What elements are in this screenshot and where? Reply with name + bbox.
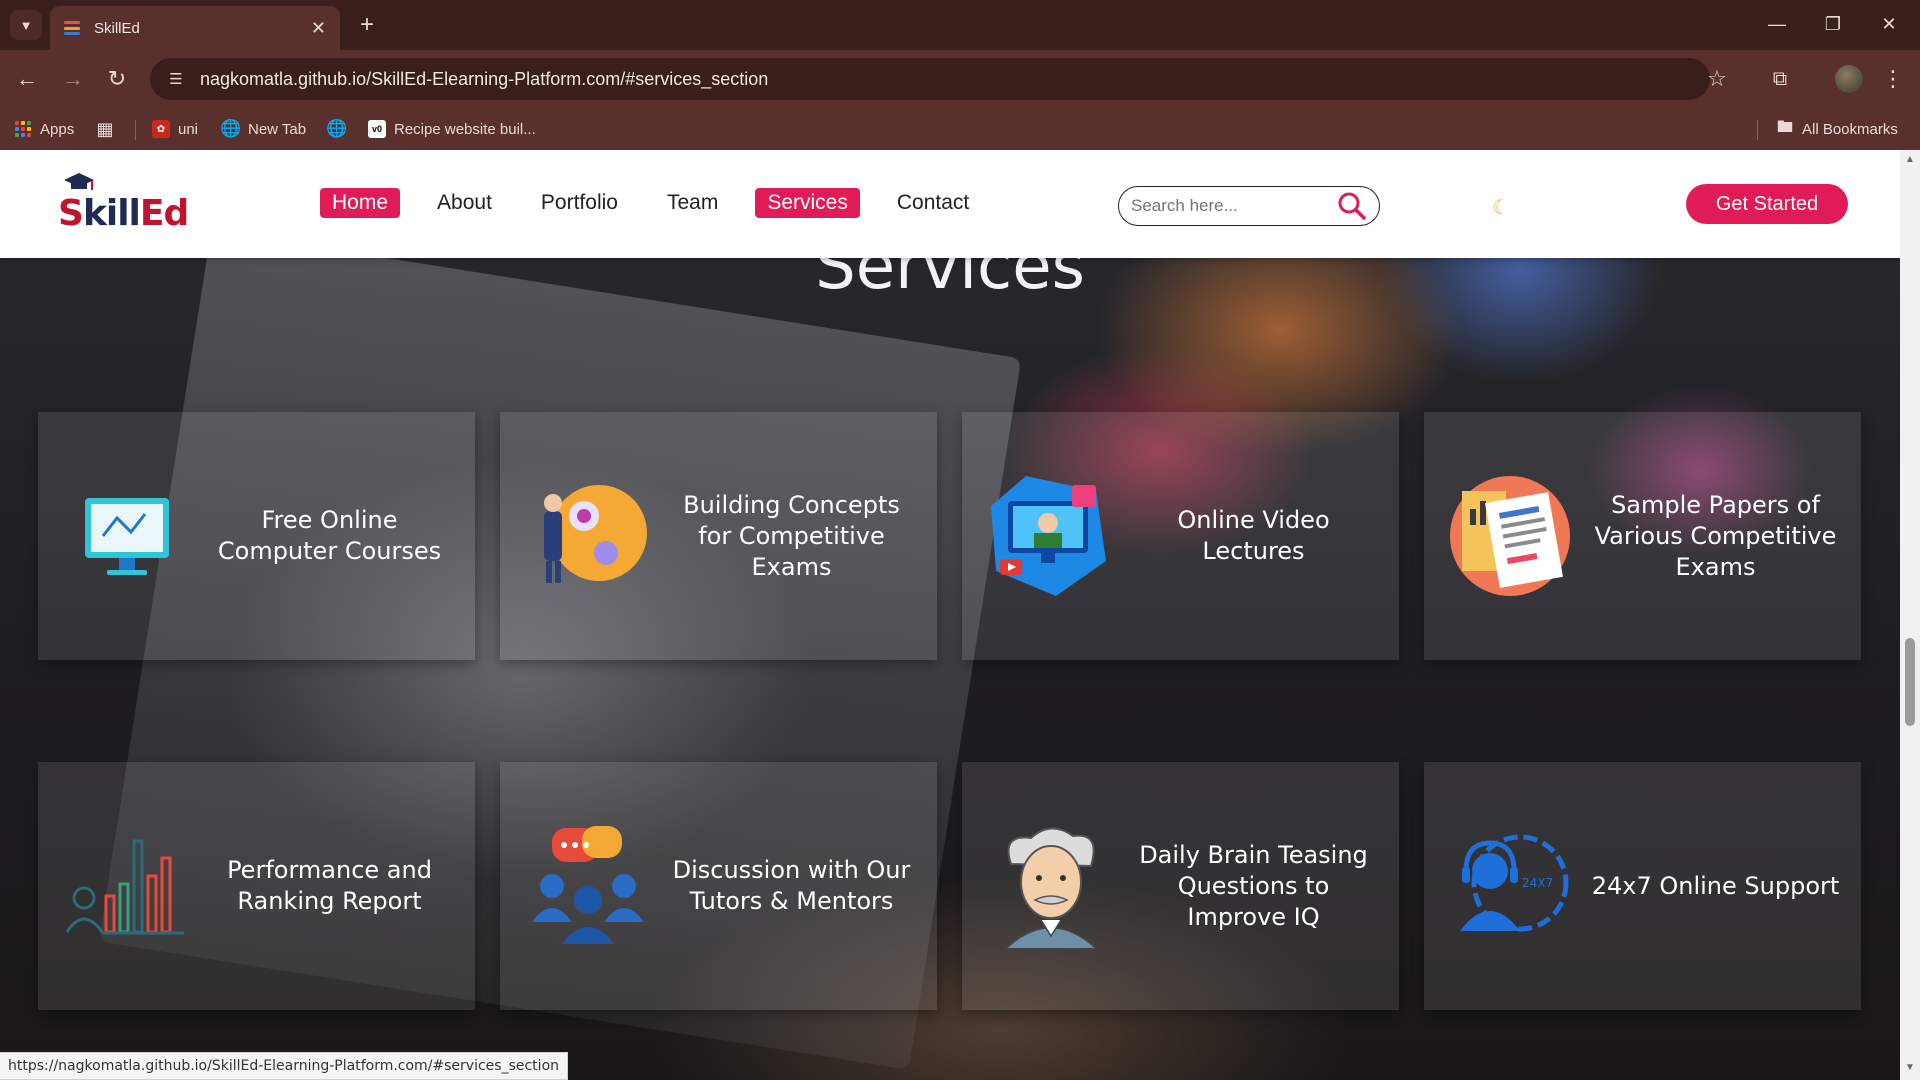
bookmark-grid[interactable]: ▦	[96, 118, 122, 140]
skilled-favicon	[64, 21, 80, 35]
service-label: 24x7 Online Support	[1591, 871, 1840, 900]
bookmark-uni[interactable]: ✿ uni	[152, 118, 198, 140]
page-scrollbar[interactable]: ▲ ▼	[1900, 150, 1920, 1080]
browser-tab-bar: ▼ SkillEd ✕ + — ❐ ✕	[0, 0, 1920, 50]
service-card[interactable]: Daily Brain Teasing Questions to Improve…	[962, 762, 1399, 1010]
moon-icon[interactable]: ☾	[1488, 194, 1514, 220]
globe-icon: 🌐	[326, 119, 348, 138]
nav-home[interactable]: Home	[320, 188, 401, 218]
service-card[interactable]: Building Concepts for Competitive Exams	[500, 412, 937, 660]
browser-tab[interactable]: SkillEd ✕	[50, 6, 340, 50]
site-info-icon[interactable]: ☰	[164, 67, 188, 91]
globe-icon: 🌐	[220, 119, 242, 138]
student-ideas-icon	[514, 461, 664, 611]
service-card[interactable]: Free Online Computer Courses	[38, 412, 475, 660]
page-viewport: Skill Ed Home About Portfolio Team Servic…	[0, 150, 1900, 1080]
bookmark-label: New Tab	[248, 120, 307, 138]
forward-button[interactable]: →	[56, 62, 90, 96]
extensions-icon[interactable]: ⧉	[1763, 62, 1797, 96]
sample-papers-icon	[1438, 461, 1588, 611]
nav-team[interactable]: Team	[655, 188, 730, 218]
folder-icon: 🖿	[1776, 118, 1793, 136]
nav-about[interactable]: About	[425, 188, 504, 218]
bookmark-separator	[1757, 120, 1758, 140]
einstein-icon	[976, 811, 1126, 961]
apps-icon	[14, 120, 32, 138]
reload-button[interactable]: ↻	[100, 62, 134, 96]
url-text: nagkomatla.github.io/SkillEd-Elearning-P…	[200, 68, 769, 89]
grid-icon: ▦	[96, 118, 114, 139]
computer-monitor-icon	[52, 461, 202, 611]
service-card[interactable]: 24X7 24x7 Online Support	[1424, 762, 1861, 1010]
service-card[interactable]: Performance and Ranking Report	[38, 762, 475, 1010]
service-label: Performance and Ranking Report	[227, 856, 432, 915]
uni-favicon: ✿	[152, 120, 170, 138]
logo-ed: Ed	[139, 193, 189, 234]
search-input[interactable]	[1131, 196, 1331, 216]
group-discussion-icon	[514, 811, 664, 961]
close-tab-icon[interactable]: ✕	[311, 18, 326, 39]
bookmark-label: Apps	[40, 120, 75, 138]
nav-contact[interactable]: Contact	[885, 188, 981, 218]
bookmarks-bar: Apps ▦ ✿ uni 🌐 New Tab 🌐 v0 Recipe websi…	[0, 108, 1920, 150]
service-label: Sample Papers of Various Competitive Exa…	[1594, 490, 1837, 581]
logo-kill: kill	[82, 193, 141, 234]
logo-s: S	[58, 193, 84, 234]
svg-text:24X7: 24X7	[1522, 876, 1553, 890]
service-card[interactable]: Discussion with Our Tutors & Mentors	[500, 762, 937, 1010]
site-header: Skill Ed Home About Portfolio Team Servic…	[0, 150, 1900, 258]
bar-chart-icon	[52, 811, 202, 961]
address-bar[interactable]: ☰ nagkomatla.github.io/SkillEd-Elearning…	[150, 58, 1710, 100]
nav-services[interactable]: Services	[755, 188, 860, 218]
service-label: Daily Brain Teasing Questions to Improve…	[1139, 840, 1368, 931]
service-label: Free Online Computer Courses	[217, 506, 442, 565]
close-window-button[interactable]: ✕	[1866, 8, 1912, 40]
bookmark-recipe[interactable]: v0 Recipe website buil...	[368, 118, 536, 140]
bookmark-separator	[135, 120, 136, 140]
scroll-thumb[interactable]	[1905, 638, 1915, 726]
bookmark-label: uni	[178, 120, 199, 138]
status-bar-url: https://nagkomatla.github.io/SkillEd-Ele…	[0, 1052, 569, 1080]
graduation-cap-icon	[64, 173, 94, 190]
browser-menu-icon[interactable]: ⋮	[1878, 62, 1908, 96]
tab-search-button[interactable]: ▼	[10, 10, 42, 40]
bookmark-new-tab[interactable]: 🌐 New Tab	[220, 118, 307, 140]
main-nav: Home About Portfolio Team Services Conta…	[320, 188, 1006, 218]
bookmark-label: Recipe website buil...	[394, 120, 536, 138]
service-label: Building Concepts for Competitive Exams	[683, 490, 900, 581]
scroll-down-icon[interactable]: ▼	[1904, 1062, 1916, 1074]
bookmark-globe[interactable]: 🌐	[326, 118, 354, 140]
video-lecture-icon	[976, 461, 1126, 611]
scroll-up-icon[interactable]: ▲	[1904, 154, 1916, 166]
minimize-button[interactable]: —	[1754, 8, 1800, 40]
service-card[interactable]: Sample Papers of Various Competitive Exa…	[1424, 412, 1861, 660]
v0-icon: v0	[368, 120, 386, 138]
search-box	[1118, 186, 1380, 226]
all-bookmarks-label: All Bookmarks	[1802, 120, 1898, 138]
skilled-logo[interactable]: Skill Ed	[58, 173, 189, 234]
service-label: Discussion with Our Tutors & Mentors	[672, 856, 911, 915]
nav-portfolio[interactable]: Portfolio	[529, 188, 630, 218]
bookmark-star-icon[interactable]: ☆	[1700, 62, 1734, 96]
service-card[interactable]: Online Video Lectures	[962, 412, 1399, 660]
search-icon[interactable]	[1337, 191, 1367, 221]
get-started-button[interactable]: Get Started	[1686, 184, 1848, 224]
browser-toolbar: ← → ↻ ☰ nagkomatla.github.io/SkillEd-Ele…	[0, 50, 1920, 108]
bookmark-apps[interactable]: Apps	[14, 118, 74, 140]
tab-title: SkillEd	[94, 19, 140, 37]
service-label: Online Video Lectures	[1177, 506, 1330, 565]
all-bookmarks[interactable]: 🖿 All Bookmarks	[1776, 118, 1898, 140]
restore-button[interactable]: ❐	[1810, 8, 1856, 40]
support-headset-icon: 24X7	[1438, 811, 1588, 961]
profile-avatar[interactable]	[1835, 65, 1863, 93]
back-button[interactable]: ←	[10, 62, 44, 96]
new-tab-button[interactable]: +	[352, 10, 382, 40]
